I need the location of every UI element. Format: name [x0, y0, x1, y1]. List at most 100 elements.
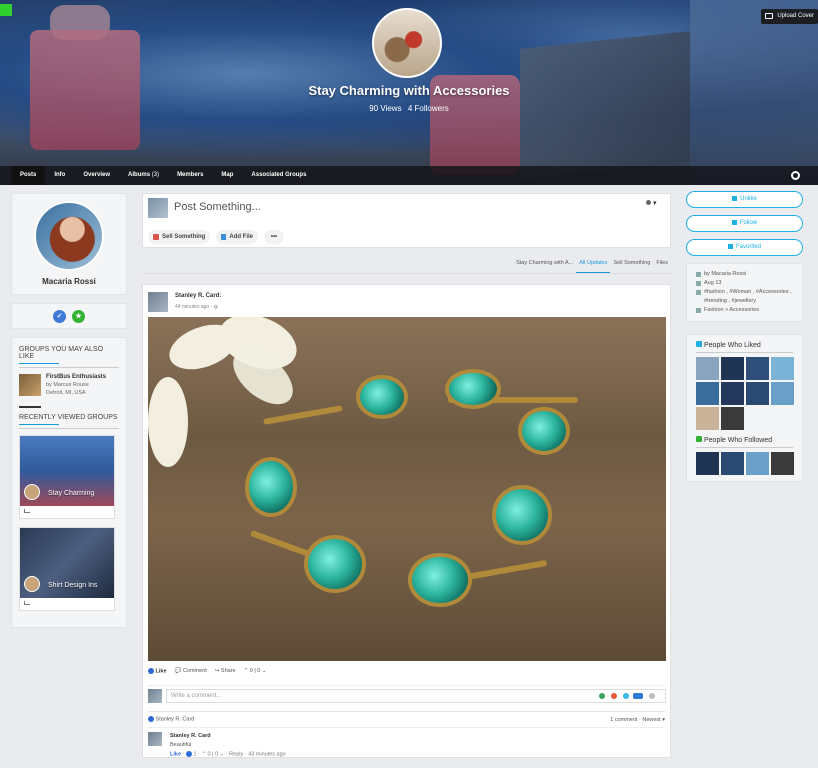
recent-group-label[interactable]: Stay Charming: [48, 490, 94, 497]
feed-filter-tabs: Stay Charming with A... All Updates Sell…: [142, 254, 671, 274]
file-icon: [221, 234, 227, 240]
vote-buttons[interactable]: ⌃ 0 | 0 ⌄: [244, 668, 267, 674]
like-button[interactable]: Like: [148, 667, 167, 674]
group-category[interactable]: Fashion » Accessories: [704, 306, 759, 315]
thumbs-up-icon: [185, 751, 192, 757]
recent-group-card[interactable]: Shirt Design Ins: [19, 527, 115, 611]
comment-item: Stanley R. Card Beautiful Like · 1 · ⌃ 0…: [148, 727, 665, 757]
tab-posts[interactable]: Posts: [11, 166, 46, 185]
filter-sell-something[interactable]: Sell Something: [610, 254, 653, 273]
avatar[interactable]: [696, 452, 719, 475]
avatar[interactable]: [696, 357, 719, 380]
stats-icon[interactable]: [24, 601, 30, 605]
avatar[interactable]: [746, 452, 769, 475]
avatar[interactable]: [771, 357, 794, 380]
globe-icon: ◍: [213, 304, 219, 310]
avatar[interactable]: [34, 201, 104, 271]
unlike-button[interactable]: Unlike: [686, 191, 803, 208]
tag-icon: [696, 290, 701, 295]
emoji-icon[interactable]: [623, 693, 629, 699]
comment-like-button[interactable]: Like: [170, 751, 181, 757]
group-avatar[interactable]: [372, 8, 442, 78]
followers-count[interactable]: 4 Followers: [408, 104, 449, 113]
people-who-followed-title: People Who Followed: [696, 436, 793, 448]
reply-button[interactable]: Reply: [229, 751, 243, 757]
post-composer: Post Something... ▾ Sell Something Add F…: [142, 193, 671, 248]
liked-avatars: [696, 357, 796, 430]
group-location: Detroit, MI, USA: [46, 390, 86, 396]
camera-icon[interactable]: [599, 693, 605, 699]
group-tags[interactable]: #fashion , #Woman , #Accessories , #tren…: [704, 288, 793, 306]
post-input[interactable]: Post Something...: [174, 201, 261, 213]
thumbs-up-icon: [148, 667, 154, 674]
user-icon: [696, 272, 701, 277]
tab-overview[interactable]: Overview: [74, 166, 119, 185]
avatar[interactable]: [746, 382, 769, 405]
gif-icon[interactable]: [633, 693, 643, 699]
comment-input[interactable]: Write a comment...: [166, 689, 666, 703]
sort-dropdown[interactable]: Newest ▾: [642, 717, 665, 723]
follow-button[interactable]: Follow: [686, 215, 803, 232]
avatar[interactable]: [148, 732, 162, 746]
comment-author[interactable]: Stanley R. Card: [170, 733, 211, 739]
followed-avatars: [696, 452, 796, 475]
comment-button[interactable]: 💬 Comment: [175, 668, 207, 674]
filter-stay-charming[interactable]: Stay Charming with A...: [513, 254, 576, 273]
sell-something-button[interactable]: Sell Something: [148, 230, 211, 244]
thumbs-down-icon: [732, 195, 738, 201]
video-icon[interactable]: [611, 693, 617, 699]
reaction-summary[interactable]: Stanley R. Card: [148, 716, 194, 723]
check-icon: [731, 219, 737, 225]
add-file-button[interactable]: Add File: [216, 230, 259, 244]
avatar[interactable]: [771, 382, 794, 405]
recent-group-label[interactable]: Shirt Design Ins: [48, 582, 97, 589]
more-options-button[interactable]: •••: [264, 230, 285, 244]
filter-all-updates[interactable]: All Updates: [576, 254, 611, 273]
people-who-liked-title: People Who Liked: [696, 341, 793, 353]
heart-icon: [727, 243, 733, 249]
avatar: [24, 484, 40, 500]
group-thumb[interactable]: [19, 374, 41, 396]
comment-text: Beautiful: [170, 742, 192, 748]
avatar[interactable]: [721, 382, 744, 405]
privacy-icon[interactable]: ▾: [646, 199, 660, 207]
avatar[interactable]: [771, 452, 794, 475]
verified-badge-icon: ✓: [53, 309, 66, 323]
tab-associated-groups[interactable]: Associated Groups: [242, 166, 315, 185]
tab-albums[interactable]: Albums (3): [119, 166, 168, 185]
filter-files[interactable]: Files: [653, 254, 671, 273]
post-image[interactable]: [148, 317, 666, 661]
favorited-button[interactable]: Favorited: [686, 239, 803, 256]
tab-info[interactable]: Info: [45, 166, 74, 185]
post-time[interactable]: 44 minutes ago · ◍: [175, 304, 218, 310]
group-owner[interactable]: by Macaria Rossi: [704, 270, 746, 279]
sticker-icon[interactable]: [649, 693, 655, 699]
avatar[interactable]: [696, 407, 719, 430]
post-author[interactable]: Stanley R. Card:: [175, 293, 221, 299]
avatar[interactable]: [746, 357, 769, 380]
share-button[interactable]: ↪ Share: [215, 668, 236, 674]
upload-cover-button[interactable]: Upload Cover: [761, 9, 818, 24]
group-owner[interactable]: by Marcus Rouse: [46, 382, 106, 388]
recent-group-cover[interactable]: Shirt Design Ins: [20, 528, 114, 598]
main-feed: Post Something... ▾ Sell Something Add F…: [142, 193, 671, 758]
recent-group-cover[interactable]: Stay Charming: [20, 436, 114, 506]
avatar[interactable]: [721, 357, 744, 380]
stats-icon[interactable]: [24, 509, 30, 513]
comment-count[interactable]: 1 comment: [610, 717, 637, 723]
post-actions: Like 💬 Comment ↪ Share ⌃ 0 | 0 ⌄: [143, 661, 670, 681]
avatar[interactable]: [721, 407, 744, 430]
tab-map[interactable]: Map: [212, 166, 242, 185]
avatar[interactable]: [721, 452, 744, 475]
group-name[interactable]: FirstBus Enthusiasts: [46, 374, 106, 380]
divider: [19, 406, 41, 408]
tab-members[interactable]: Members: [168, 166, 212, 185]
folder-icon: [696, 308, 701, 313]
avatar[interactable]: [696, 382, 719, 405]
owner-name[interactable]: Macaria Rossi: [12, 277, 126, 286]
recent-group-card[interactable]: Stay Charming: [19, 435, 115, 519]
thumbs-up-icon: [696, 341, 702, 347]
gear-icon[interactable]: [791, 171, 800, 180]
list-item[interactable]: FirstBus Enthusiasts by Marcus Rouse Det…: [19, 374, 119, 404]
avatar[interactable]: [148, 292, 168, 312]
